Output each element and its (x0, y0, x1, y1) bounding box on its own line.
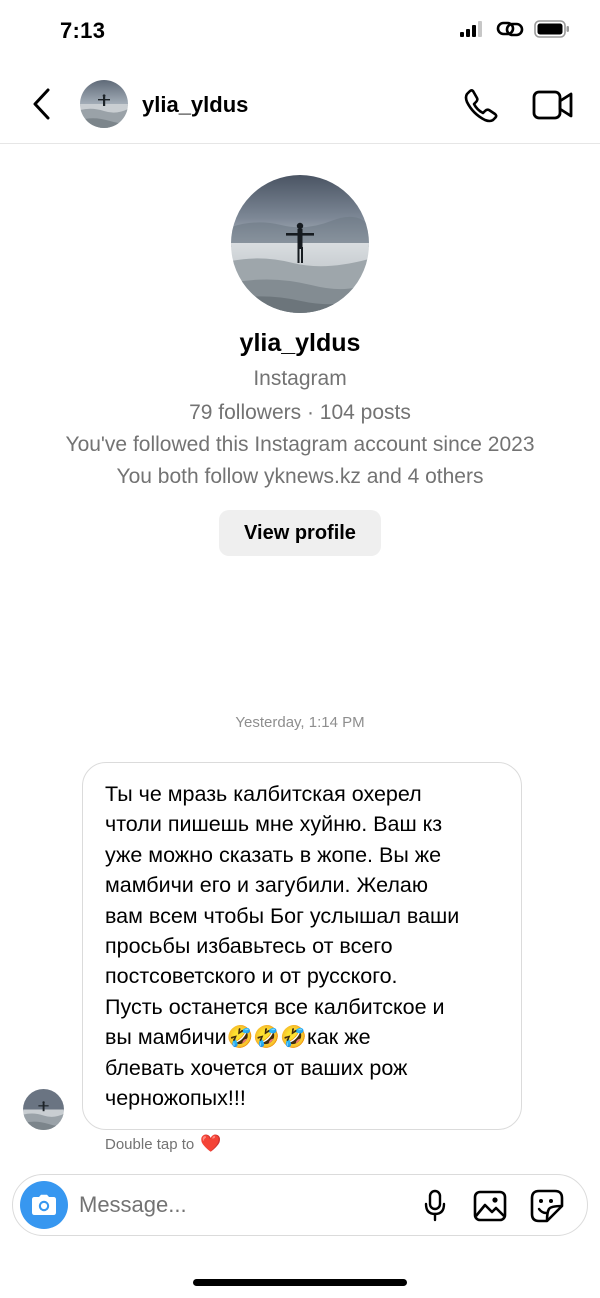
status-time: 7:13 (60, 18, 106, 43)
back-button[interactable] (22, 84, 62, 124)
status-bar: 7:13 (0, 0, 600, 66)
double-tap-label: Double tap to (105, 1135, 195, 1153)
camera-button[interactable] (20, 1181, 68, 1229)
profile-platform: Instagram (253, 367, 347, 390)
header-username[interactable]: ylia_yldus (142, 92, 248, 118)
image-icon (473, 1190, 507, 1222)
status-icons (460, 20, 570, 38)
message-text: Ты че мразь калбитская охерел чтоли пише… (105, 782, 460, 1111)
battery-icon (534, 20, 569, 38)
video-call-button[interactable] (532, 88, 574, 122)
message-input[interactable] (79, 1185, 399, 1225)
home-indicator (193, 1279, 407, 1286)
heart-icon: ❤️ (200, 1134, 222, 1153)
message-composer (12, 1174, 588, 1236)
double-tap-hint: Double tap to ❤️ (105, 1134, 221, 1154)
profile-avatar[interactable] (231, 175, 369, 313)
gallery-button[interactable] (472, 1188, 508, 1224)
view-profile-button[interactable]: View profile (219, 510, 381, 556)
microphone-icon (424, 1189, 446, 1222)
profile-stats: 79 followers · 104 posts (189, 401, 411, 424)
sender-avatar-image (23, 1089, 64, 1130)
profile-mutual-follows: You both follow yknews.kz and 4 others (116, 465, 484, 488)
voice-message-button[interactable] (417, 1188, 453, 1224)
camera-icon (32, 1194, 56, 1215)
sender-avatar[interactable] (23, 1089, 64, 1130)
sticker-button[interactable] (529, 1188, 565, 1224)
profile-followed-since: You've followed this Instagram account s… (65, 433, 535, 456)
message-timestamp: Yesterday, 1:14 PM (235, 714, 365, 731)
profile-avatar-image (231, 175, 369, 313)
avatar-image (80, 80, 128, 128)
sticker-icon (530, 1189, 564, 1223)
profile-name: ylia_yldus (239, 329, 361, 357)
message-bubble[interactable]: Ты че мразь калбитская охерел чтоли пише… (82, 762, 522, 1130)
chat-header: ylia_yldus (0, 66, 600, 144)
video-camera-icon (532, 90, 573, 120)
phone-icon (464, 89, 498, 123)
signal-icon (460, 21, 482, 37)
avatar[interactable] (80, 80, 128, 128)
chevron-left-icon (33, 88, 50, 120)
link-icon (496, 21, 524, 37)
call-button[interactable] (462, 86, 500, 124)
